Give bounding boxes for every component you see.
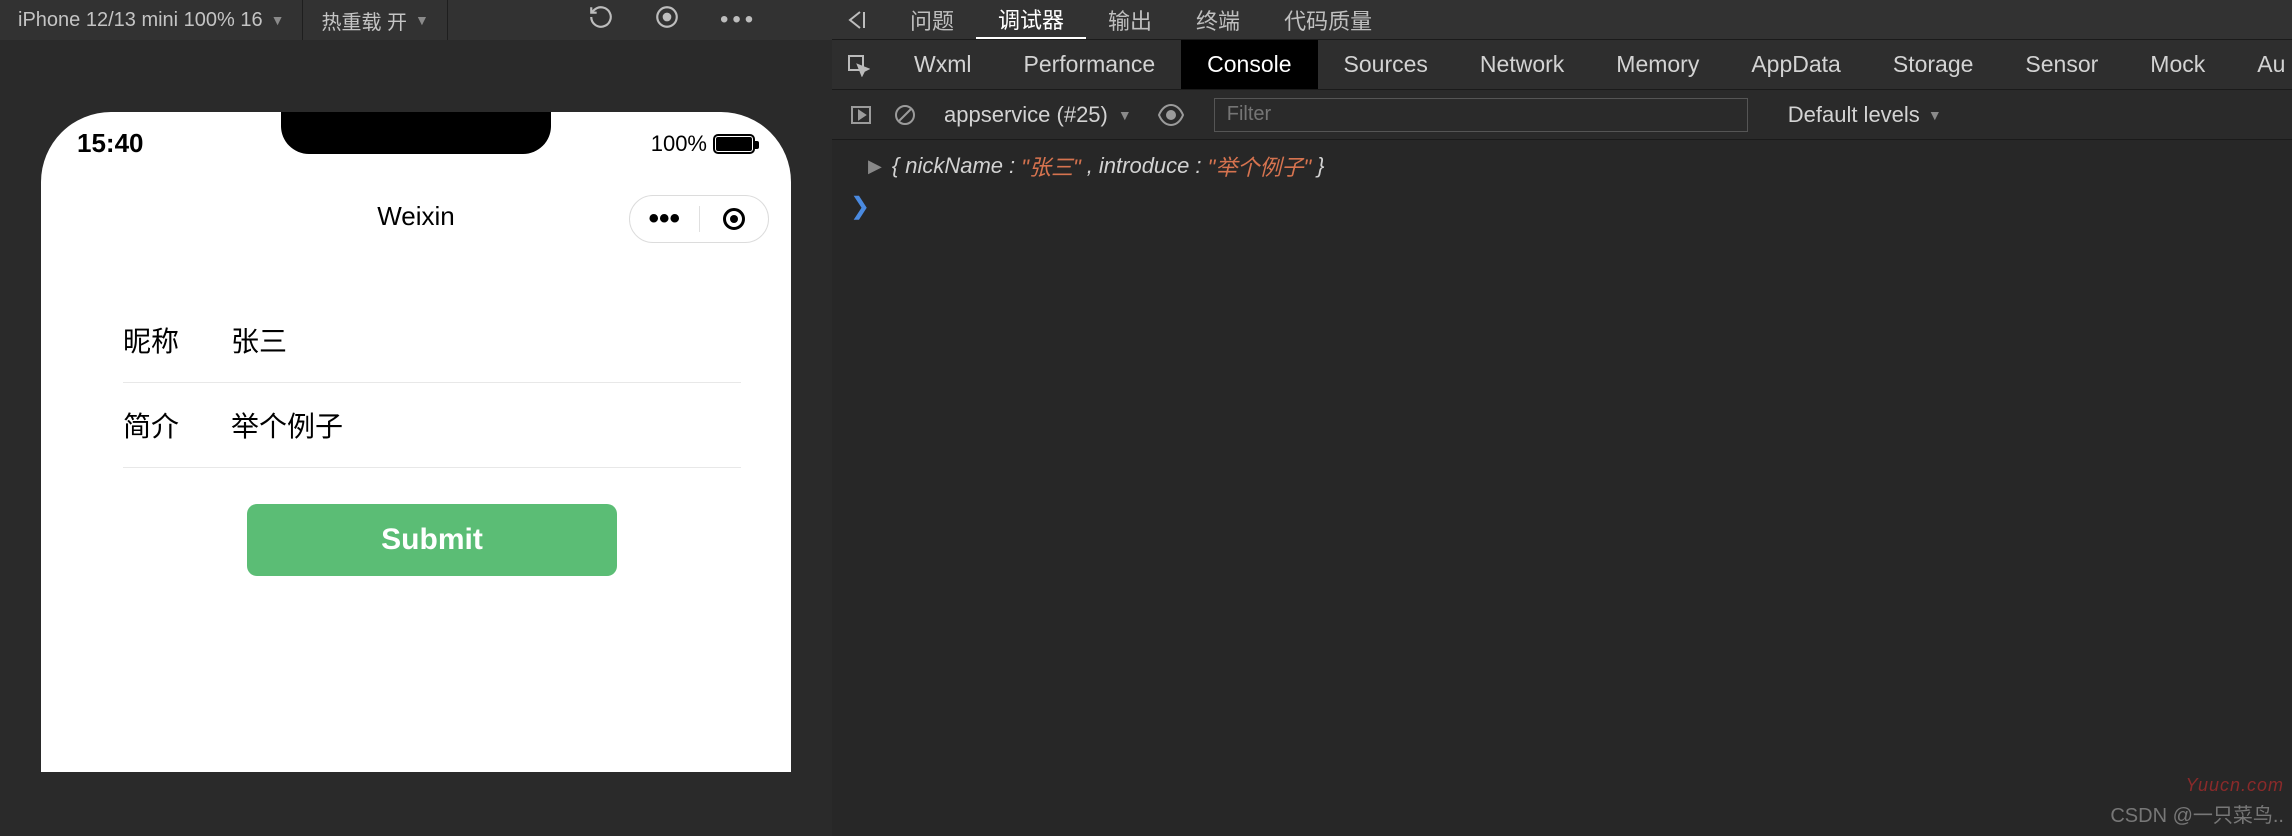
intro-label: 简介 bbox=[123, 405, 187, 445]
log-value: "张三" bbox=[1021, 150, 1081, 182]
subtab-sensor[interactable]: Sensor bbox=[1999, 40, 2124, 89]
phone-notch bbox=[281, 112, 551, 154]
form-row-intro: 简介 举个例子 bbox=[123, 383, 741, 468]
device-selector[interactable]: iPhone 12/13 mini 100% 16 ▼ bbox=[0, 0, 303, 40]
watermark: CSDN @一只菜鸟.. bbox=[2110, 799, 2284, 828]
watermark: Yuucn.com bbox=[2186, 775, 2284, 796]
subtab-mock[interactable]: Mock bbox=[2124, 40, 2231, 89]
console-filter-input[interactable] bbox=[1214, 98, 1748, 132]
device-label: iPhone 12/13 mini 100% 16 bbox=[18, 9, 263, 32]
phone-frame: 15:40 100% Weixin ••• 昵称 张三 简介 举个例子 S bbox=[41, 112, 791, 772]
subtab-sources[interactable]: Sources bbox=[1318, 40, 1454, 89]
clear-console-icon[interactable] bbox=[890, 100, 920, 130]
hotreload-label: 热重载 开 bbox=[321, 6, 407, 35]
subtab-storage[interactable]: Storage bbox=[1867, 40, 2000, 89]
disclosure-triangle-icon[interactable]: ▶ bbox=[868, 156, 882, 177]
drawer-toggle-icon[interactable] bbox=[842, 4, 874, 36]
levels-label: Default levels bbox=[1788, 102, 1920, 128]
tab-issues[interactable]: 问题 bbox=[888, 0, 976, 39]
tab-codequality[interactable]: 代码质量 bbox=[1262, 0, 1394, 39]
log-level-selector[interactable]: Default levels ▼ bbox=[1788, 102, 1942, 128]
form-row-nickname: 昵称 张三 bbox=[123, 298, 741, 383]
caret-down-icon: ▼ bbox=[1928, 107, 1942, 123]
hotreload-toggle[interactable]: 热重载 开 ▼ bbox=[303, 0, 447, 40]
subtab-wxml[interactable]: Wxml bbox=[888, 40, 997, 89]
more-icon[interactable]: ••• bbox=[720, 6, 757, 34]
console-prompt-icon[interactable]: ❯ bbox=[850, 192, 2274, 221]
target-icon bbox=[723, 208, 745, 230]
capsule-menu-button[interactable]: ••• bbox=[630, 202, 699, 236]
context-selector[interactable]: appservice (#25) ▼ bbox=[944, 102, 1132, 128]
profile-form: 昵称 张三 简介 举个例子 Submit bbox=[123, 298, 741, 576]
subtab-console[interactable]: Console bbox=[1181, 40, 1317, 89]
intro-input[interactable]: 举个例子 bbox=[231, 405, 343, 445]
subtab-appdata[interactable]: AppData bbox=[1725, 40, 1867, 89]
nickname-input[interactable]: 张三 bbox=[231, 320, 287, 360]
subtab-memory[interactable]: Memory bbox=[1590, 40, 1725, 89]
console-filter-bar: appservice (#25) ▼ Default levels ▼ bbox=[832, 90, 2292, 140]
caret-down-icon: ▼ bbox=[271, 12, 285, 28]
toggle-sidebar-icon[interactable] bbox=[846, 100, 876, 130]
capsule-close-button[interactable] bbox=[700, 208, 769, 230]
subtab-performance[interactable]: Performance bbox=[997, 40, 1181, 89]
caret-down-icon: ▼ bbox=[1118, 107, 1132, 123]
log-key: introduce bbox=[1099, 153, 1190, 179]
tab-debugger[interactable]: 调试器 bbox=[976, 0, 1086, 39]
devtools-top-tabs: 问题 调试器 输出 终端 代码质量 bbox=[832, 0, 2292, 40]
refresh-icon[interactable] bbox=[588, 4, 614, 36]
battery-icon bbox=[713, 134, 755, 154]
console-log-line[interactable]: ▶ {nickName: "张三", introduce: "举个例子"} bbox=[850, 150, 2274, 182]
page-title: Weixin bbox=[377, 201, 455, 232]
devtools-pane: 问题 调试器 输出 终端 代码质量 Wxml Performance Conso… bbox=[832, 0, 2292, 836]
inspect-element-icon[interactable] bbox=[846, 49, 870, 81]
live-expression-icon[interactable] bbox=[1156, 100, 1186, 130]
subtab-network[interactable]: Network bbox=[1454, 40, 1590, 89]
simulator-pane: 15:40 100% Weixin ••• 昵称 张三 简介 举个例子 S bbox=[0, 40, 832, 836]
status-time: 15:40 bbox=[77, 128, 144, 159]
tab-output[interactable]: 输出 bbox=[1086, 0, 1174, 39]
miniapp-capsule: ••• bbox=[629, 195, 769, 243]
devtools-sub-tabs: Wxml Performance Console Sources Network… bbox=[832, 40, 2292, 90]
stop-icon[interactable] bbox=[654, 4, 680, 36]
subtab-audits[interactable]: Au bbox=[2231, 40, 2292, 89]
log-value: "举个例子" bbox=[1208, 150, 1312, 182]
context-label: appservice (#25) bbox=[944, 102, 1108, 128]
nickname-label: 昵称 bbox=[123, 320, 187, 360]
caret-down-icon: ▼ bbox=[415, 12, 429, 28]
battery-percent: 100% bbox=[651, 131, 707, 157]
console-output: ▶ {nickName: "张三", introduce: "举个例子"} ❯ … bbox=[832, 140, 2292, 836]
tab-terminal[interactable]: 终端 bbox=[1174, 0, 1262, 39]
log-key: nickName bbox=[905, 153, 1003, 179]
submit-button[interactable]: Submit bbox=[247, 504, 617, 576]
